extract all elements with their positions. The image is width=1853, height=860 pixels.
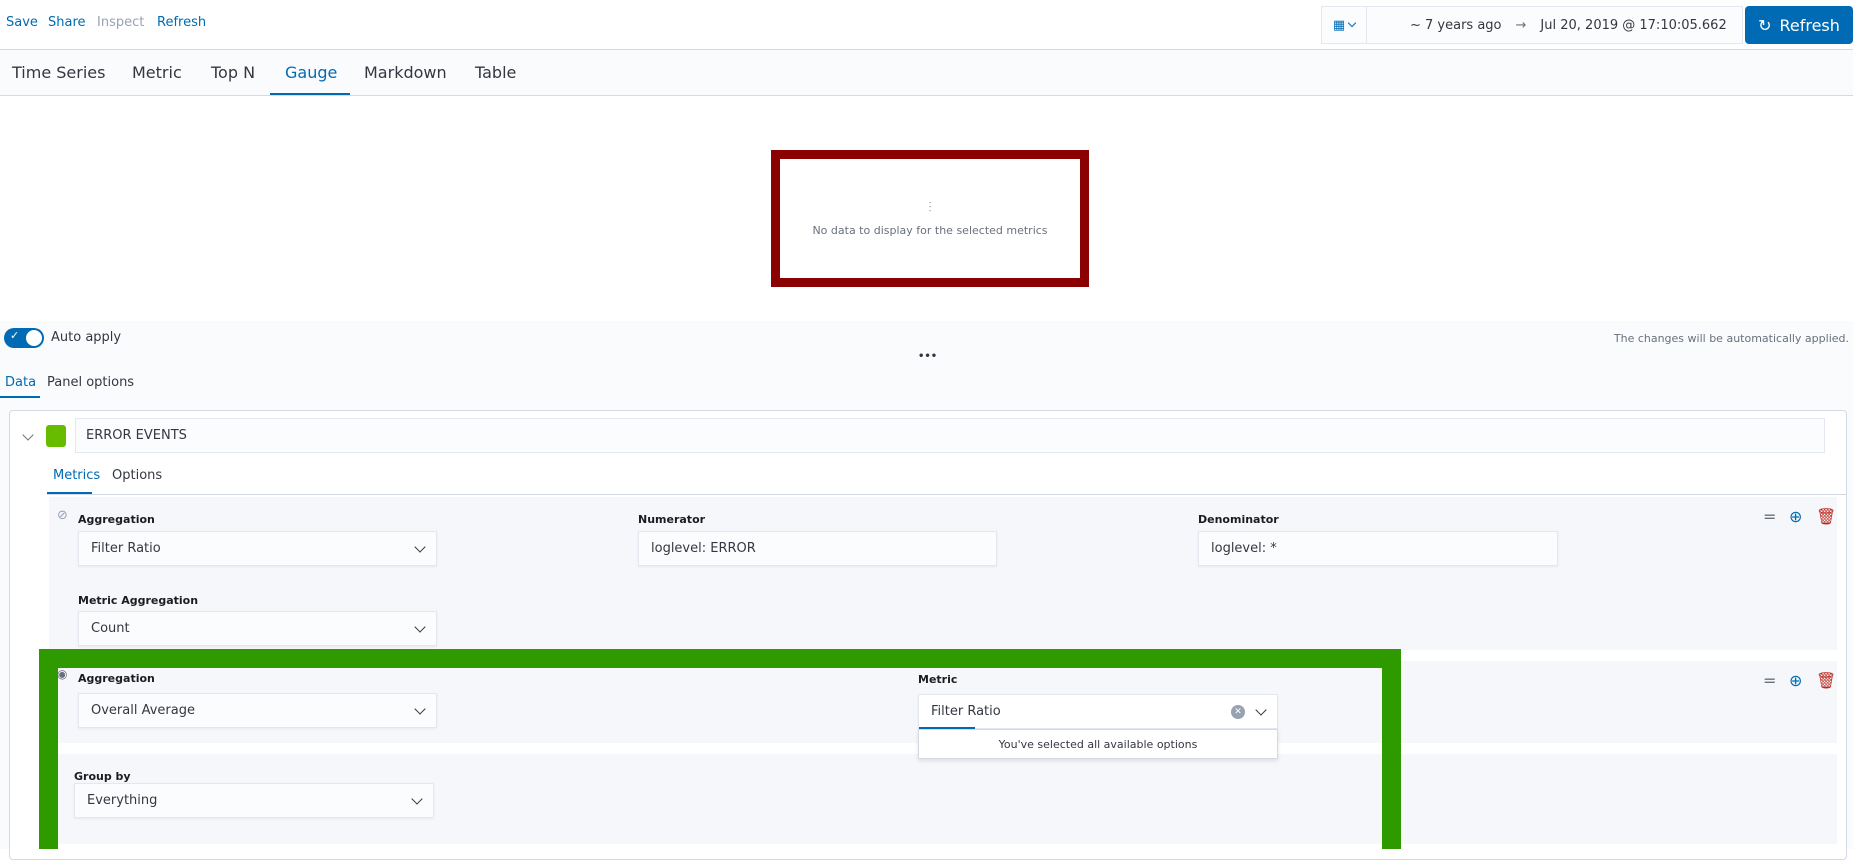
tab-table[interactable]: Table [475, 63, 516, 82]
series-color-swatch[interactable] [46, 425, 66, 447]
date-end[interactable]: Jul 20, 2019 @ 17:10:05.662 [1540, 18, 1726, 33]
resize-handle-icon[interactable]: ••• [918, 351, 937, 362]
denominator-value: loglevel: * [1211, 541, 1277, 556]
inspect-link: Inspect [97, 15, 145, 30]
tab-options[interactable]: Options [112, 468, 162, 483]
viz-type-tabs: Time Series Metric Top N Gauge Markdown … [0, 50, 1853, 96]
refresh-icon: ↻ [1758, 15, 1772, 35]
series-name-input[interactable]: ERROR EVENTS [75, 418, 1825, 453]
auto-apply-label: Auto apply [51, 330, 122, 345]
auto-apply-message: The changes will be automatically applie… [1613, 332, 1849, 345]
add-metric-icon[interactable]: ⊕ [1789, 507, 1802, 526]
group-by-select[interactable]: Everything [74, 783, 434, 818]
chevron-down-icon[interactable] [1255, 703, 1267, 716]
aggregation-select[interactable]: Filter Ratio [78, 531, 437, 566]
eye-icon[interactable]: ◉ [57, 667, 67, 681]
metric-combobox[interactable]: Filter Ratio ✕ [918, 694, 1278, 729]
add-metric-icon[interactable]: ⊕ [1789, 671, 1802, 690]
metric-row-2: ◉ Aggregation Overall Average Metric Fil… [49, 661, 1837, 759]
metric-value: Filter Ratio [931, 704, 1001, 719]
tab-underline [270, 93, 350, 95]
aggregation-label: Aggregation [78, 672, 155, 685]
tab-metrics[interactable]: Metrics [53, 468, 100, 483]
tab-top-n[interactable]: Top N [211, 63, 255, 82]
collapse-chevron-icon[interactable] [22, 429, 34, 441]
tab-data[interactable]: Data [5, 375, 36, 390]
refresh-button[interactable]: ↻ Refresh [1745, 6, 1853, 44]
metric-row-1: ⊘ Aggregation Filter Ratio Numerator log… [49, 497, 1837, 650]
delete-metric-icon[interactable]: 🗑 [1816, 671, 1836, 690]
delete-metric-icon[interactable]: 🗑 [1816, 507, 1836, 526]
aggregation-select[interactable]: Overall Average [78, 693, 437, 728]
drag-handle-icon[interactable]: = [1763, 671, 1776, 690]
series-panel: ERROR EVENTS Metrics Options ⊘ Aggregati… [9, 410, 1847, 860]
no-data-message: No data to display for the selected metr… [812, 224, 1048, 237]
tab-metric[interactable]: Metric [132, 63, 182, 82]
aggregation-value: Filter Ratio [91, 541, 161, 556]
save-link[interactable]: Save [6, 15, 38, 30]
denominator-input[interactable]: loglevel: * [1198, 531, 1558, 566]
share-link[interactable]: Share [48, 15, 86, 30]
drag-handle-icon[interactable]: = [1763, 507, 1776, 526]
date-picker[interactable]: ▦ ~ 7 years ago → Jul 20, 2019 @ 17:10:0… [1321, 6, 1743, 44]
refresh-link[interactable]: Refresh [157, 15, 206, 30]
metric-actions: = ⊕ 🗑 [1763, 671, 1836, 691]
top-bar: Save Share Inspect Refresh ▦ ~ 7 years a… [0, 0, 1853, 50]
calendar-icon[interactable]: ▦ [1322, 7, 1367, 43]
chart-icon: ⫶ [928, 200, 932, 216]
tab-underline [0, 396, 40, 398]
arrow-right-icon: → [1515, 17, 1527, 33]
metric-aggregation-value: Count [91, 621, 130, 636]
numerator-value: loglevel: ERROR [651, 541, 756, 556]
metric-actions: = ⊕ 🗑 [1763, 507, 1836, 527]
eye-closed-icon[interactable]: ⊘ [57, 508, 68, 523]
group-by-label: Group by [74, 770, 131, 783]
editor-panel: ✓ Auto apply The changes will be automat… [0, 321, 1853, 860]
numerator-label: Numerator [638, 513, 706, 526]
combobox-dropdown: You've selected all available options [918, 729, 1278, 759]
aggregation-value: Overall Average [91, 703, 195, 718]
auto-apply-toggle[interactable]: ✓ [4, 328, 44, 348]
group-by-section: Group by Everything [49, 754, 1837, 844]
metric-label: Metric [918, 673, 958, 686]
metric-aggregation-select[interactable]: Count [78, 611, 437, 646]
aggregation-label: Aggregation [78, 513, 155, 526]
tab-time-series[interactable]: Time Series [12, 63, 105, 82]
tab-gauge[interactable]: Gauge [285, 63, 337, 82]
group-by-value: Everything [87, 793, 158, 808]
no-data-preview: ⫶ No data to display for the selected me… [771, 150, 1089, 287]
clear-icon[interactable]: ✕ [1231, 704, 1245, 719]
numerator-input[interactable]: loglevel: ERROR [638, 531, 997, 566]
denominator-label: Denominator [1198, 513, 1279, 526]
tab-markdown[interactable]: Markdown [364, 63, 447, 82]
date-start[interactable]: ~ 7 years ago [1410, 18, 1502, 33]
metric-aggregation-label: Metric Aggregation [78, 594, 199, 607]
tab-panel-options[interactable]: Panel options [47, 375, 134, 390]
refresh-button-label: Refresh [1779, 15, 1840, 35]
